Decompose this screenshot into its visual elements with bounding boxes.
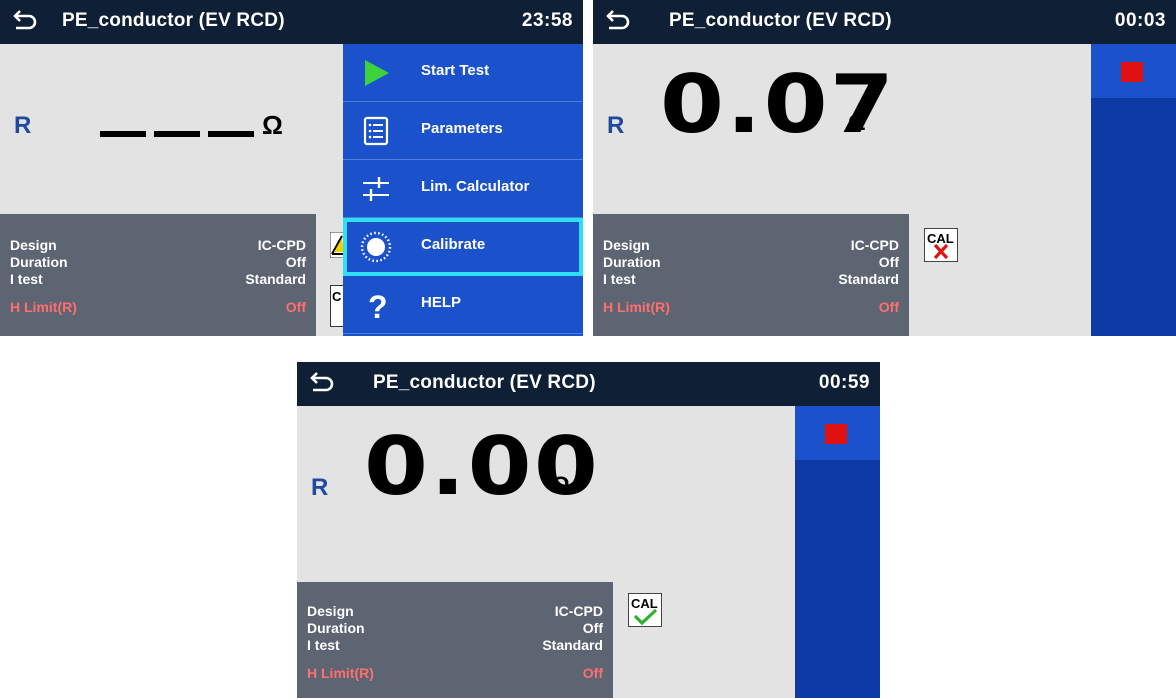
param-row: Design IC-CPD [10, 236, 306, 254]
cal-icon-text: CAL [927, 231, 954, 246]
param-value: Off [582, 620, 603, 636]
back-arrow-icon[interactable] [605, 8, 633, 32]
result-value: 0.07 [660, 58, 897, 151]
param-value: Standard [245, 271, 306, 287]
result-unit: Ω [848, 110, 866, 135]
param-value: Standard [838, 271, 899, 287]
param-value: IC-CPD [257, 237, 306, 253]
menu-item-label: HELP [421, 294, 462, 311]
param-row-limit: H Limit(R) Off [603, 298, 899, 316]
result-unit: Ω [262, 110, 283, 140]
help-icon: ? [368, 289, 388, 322]
param-row-limit: H Limit(R) Off [307, 664, 603, 682]
param-key: I test [307, 637, 340, 653]
title-bar: PE_conductor (EV RCD) 23:58 [0, 0, 583, 44]
param-row-limit: H Limit(R) Off [10, 298, 306, 316]
param-value: IC-CPD [850, 237, 899, 253]
page-title: PE_conductor (EV RCD) [373, 372, 596, 393]
parameters-panel: Design IC-CPD Duration Off I test Standard … [297, 582, 613, 698]
result-value: 0.00 [364, 420, 601, 513]
param-key: Duration [307, 620, 365, 636]
menu-item-label: Parameters [421, 120, 503, 137]
menu-item-label: Calibrate [421, 236, 486, 253]
param-row: Design IC-CPD [603, 236, 899, 254]
stop-icon [825, 424, 847, 444]
param-key: Duration [603, 254, 661, 270]
param-row: I test Standard [603, 270, 899, 288]
param-key: I test [603, 271, 636, 287]
stop-icon [1121, 62, 1143, 82]
param-row: Duration Off [307, 619, 603, 637]
control-sidebar [795, 406, 880, 698]
result-unit: Ω [552, 472, 570, 497]
menu-item-label: Lim. Calculator [421, 178, 530, 195]
param-key: H Limit(R) [307, 665, 374, 681]
parameters-panel: Design IC-CPD Duration Off I test Standard … [593, 214, 909, 336]
screen-menu: PE_conductor (EV RCD) 23:58 R Ω Design IC… [0, 0, 583, 336]
menu-item-parameters[interactable]: Parameters [343, 102, 583, 160]
cal-icon-text: CAL [631, 596, 658, 611]
stop-button[interactable] [795, 406, 880, 460]
menu-item-lim-calculator[interactable]: Lim. Calculator [343, 160, 583, 218]
param-value: Off [285, 254, 306, 270]
screen-measuring: PE_conductor (EV RCD) 00:03 R 0.07 Ω Des… [593, 0, 1176, 336]
cal-not-done-icon: CAL [924, 228, 958, 262]
param-row: I test Standard [307, 636, 603, 654]
param-key: Design [10, 237, 57, 253]
param-key: I test [10, 271, 43, 287]
param-value: Off [582, 665, 603, 681]
back-arrow-icon[interactable] [309, 370, 337, 394]
cal-status-icon: C [330, 285, 344, 327]
page-title: PE_conductor (EV RCD) [62, 10, 285, 31]
back-arrow-icon[interactable] [12, 8, 40, 32]
menu-item-start-test[interactable]: Start Test [343, 44, 583, 102]
list-icon [363, 116, 389, 146]
param-row: I test Standard [10, 270, 306, 288]
param-value: Off [285, 299, 306, 315]
screen-result: PE_conductor (EV RCD) 00:59 R 0.00 Ω Des… [297, 362, 880, 698]
svg-text:?: ? [368, 289, 388, 322]
param-row: Design IC-CPD [307, 602, 603, 620]
param-key: Design [307, 603, 354, 619]
param-key: Duration [10, 254, 68, 270]
calibrate-icon [360, 231, 392, 263]
title-bar: PE_conductor (EV RCD) 00:03 [593, 0, 1176, 44]
parameters-panel: Design IC-CPD Duration Off I test Standard … [0, 214, 316, 336]
param-value: Off [878, 254, 899, 270]
cal-ok-icon: CAL [628, 593, 662, 627]
clock: 00:59 [818, 372, 870, 393]
param-key: Design [603, 237, 650, 253]
param-value: Off [878, 299, 899, 315]
menu-item-calibrate[interactable]: Calibrate [343, 218, 583, 276]
clock: 23:58 [521, 10, 573, 31]
sliders-icon [363, 177, 389, 201]
param-row: Duration Off [603, 253, 899, 271]
play-icon [365, 60, 389, 86]
param-key: H Limit(R) [10, 299, 77, 315]
param-value: IC-CPD [554, 603, 603, 619]
warning-icon [330, 232, 344, 258]
page-title: PE_conductor (EV RCD) [669, 10, 892, 31]
title-bar: PE_conductor (EV RCD) 00:59 [297, 362, 880, 406]
result-label: R [311, 474, 329, 501]
cal-icon-text: C [332, 289, 342, 304]
menu-item-label: Start Test [421, 62, 490, 79]
result-label: R [607, 112, 625, 139]
stop-button[interactable] [1091, 44, 1176, 98]
clock: 00:03 [1114, 10, 1166, 31]
options-menu: Start Test Parameters Lim. Calculator Ca… [343, 44, 583, 336]
menu-item-help[interactable]: ? HELP [343, 276, 583, 334]
result-empty-dashes [100, 131, 254, 137]
param-row: Duration Off [10, 253, 306, 271]
param-value: Standard [542, 637, 603, 653]
param-key: H Limit(R) [603, 299, 670, 315]
result-label: R [14, 112, 32, 139]
control-sidebar [1091, 44, 1176, 336]
